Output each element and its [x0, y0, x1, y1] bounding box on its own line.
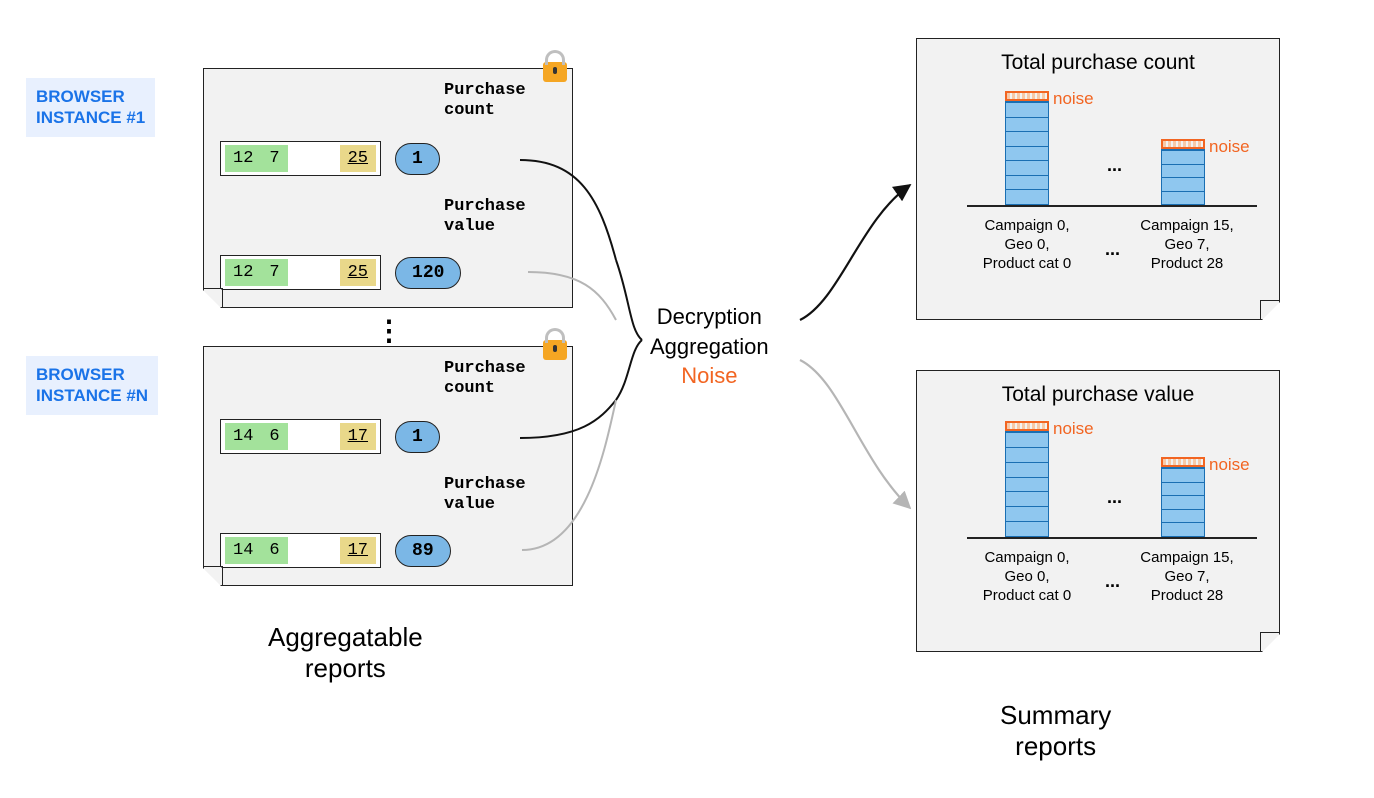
- aggregatable-report-1: Purchase count 12 7 25 1 Purchase value …: [203, 68, 573, 308]
- text: Aggregation: [650, 334, 769, 359]
- key-seg: 6: [261, 423, 287, 450]
- noise-text: Noise: [681, 363, 737, 388]
- bar-1: [1161, 149, 1205, 205]
- text: INSTANCE #N: [36, 386, 148, 405]
- text: Decryption: [657, 304, 762, 329]
- text: Product cat 0: [983, 587, 1071, 604]
- browser-instance-1-label: BROWSER INSTANCE #1: [26, 78, 155, 137]
- lock-icon: [543, 62, 567, 82]
- key-seg: 6: [261, 537, 287, 564]
- aggregatable-reports-caption: Aggregatable reports: [268, 622, 423, 684]
- key-seg-blank: [288, 145, 340, 172]
- noise-cap: [1005, 91, 1049, 101]
- lock-icon: [543, 340, 567, 360]
- text: Geo 7,: [1164, 236, 1209, 253]
- text: Product 28: [1151, 255, 1224, 272]
- noise-label: noise: [1209, 137, 1250, 157]
- text: Purchase: [444, 81, 526, 100]
- horizontal-ellipsis-icon: ...: [1107, 487, 1122, 508]
- category-label-0: Campaign 0, Geo 0, Product cat 0: [967, 217, 1087, 273]
- key-seg-blank: [288, 423, 340, 450]
- aggregation-key: 12 7 25: [220, 255, 381, 290]
- category-label-1: Campaign 15, Geo 7, Product 28: [1127, 549, 1247, 605]
- key-seg: 14: [225, 423, 261, 450]
- key-seg: 17: [340, 423, 376, 450]
- text: value: [444, 495, 495, 514]
- text: Product 28: [1151, 587, 1224, 604]
- text: Purchase: [444, 197, 526, 216]
- metric-label: Purchase count: [444, 81, 526, 120]
- text: Campaign 15,: [1140, 549, 1233, 566]
- horizontal-ellipsis-icon: ...: [1105, 571, 1120, 592]
- text: Campaign 0,: [984, 217, 1069, 234]
- text: Campaign 15,: [1140, 217, 1233, 234]
- text: Campaign 0,: [984, 549, 1069, 566]
- category-label-0: Campaign 0, Geo 0, Product cat 0: [967, 549, 1087, 605]
- metric-label: Purchase value: [444, 475, 526, 514]
- x-axis: [967, 537, 1257, 539]
- noise-label: noise: [1209, 455, 1250, 475]
- aggregatable-report-n: Purchase count 14 6 17 1 Purchase value …: [203, 346, 573, 586]
- noise-label: noise: [1053, 419, 1094, 439]
- metric-label: Purchase value: [444, 197, 526, 236]
- text: Product cat 0: [983, 255, 1071, 272]
- metric-label: Purchase count: [444, 359, 526, 398]
- value-pill: 1: [395, 143, 440, 175]
- key-seg: 12: [225, 259, 261, 286]
- text: Geo 0,: [1004, 236, 1049, 253]
- chart-title: Total purchase count: [917, 51, 1279, 75]
- key-seg-blank: [288, 259, 340, 286]
- text: Purchase: [444, 475, 526, 494]
- value-pill: 1: [395, 421, 440, 453]
- summary-report-count: Total purchase count noise noise ... Cam…: [916, 38, 1280, 320]
- text: reports: [305, 653, 386, 683]
- aggregation-key: 14 6 17: [220, 419, 381, 454]
- key-seg: 7: [261, 145, 287, 172]
- text: Summary: [1000, 700, 1111, 730]
- key-seg: 25: [340, 145, 376, 172]
- vertical-ellipsis-icon: ⋮: [375, 324, 403, 338]
- key-seg: 7: [261, 259, 287, 286]
- text: count: [444, 101, 495, 120]
- text: Geo 7,: [1164, 568, 1209, 585]
- value-pill: 120: [395, 257, 461, 289]
- key-seg: 17: [340, 537, 376, 564]
- category-label-1: Campaign 15, Geo 7, Product 28: [1127, 217, 1247, 273]
- text: value: [444, 217, 495, 236]
- text: Purchase: [444, 359, 526, 378]
- text: BROWSER: [36, 365, 125, 384]
- aggregation-key: 12 7 25: [220, 141, 381, 176]
- text: INSTANCE #1: [36, 108, 145, 127]
- noise-label: noise: [1053, 89, 1094, 109]
- bar-0: [1005, 431, 1049, 537]
- x-axis: [967, 205, 1257, 207]
- key-seg: 14: [225, 537, 261, 564]
- text: count: [444, 379, 495, 398]
- summary-reports-caption: Summary reports: [1000, 700, 1111, 762]
- value-pill: 89: [395, 535, 451, 567]
- key-seg: 25: [340, 259, 376, 286]
- noise-cap: [1161, 139, 1205, 149]
- bar-0: [1005, 101, 1049, 205]
- text: Aggregatable: [268, 622, 423, 652]
- noise-cap: [1005, 421, 1049, 431]
- key-seg-blank: [288, 537, 340, 564]
- text: reports: [1015, 731, 1096, 761]
- browser-instance-n-label: BROWSER INSTANCE #N: [26, 356, 158, 415]
- chart-title: Total purchase value: [917, 383, 1279, 407]
- noise-cap: [1161, 457, 1205, 467]
- text: BROWSER: [36, 87, 125, 106]
- key-seg: 12: [225, 145, 261, 172]
- bar-1: [1161, 467, 1205, 537]
- summary-report-value: Total purchase value noise noise ... Cam…: [916, 370, 1280, 652]
- text: Geo 0,: [1004, 568, 1049, 585]
- process-label: Decryption Aggregation Noise: [650, 302, 769, 391]
- horizontal-ellipsis-icon: ...: [1107, 155, 1122, 176]
- aggregation-key: 14 6 17: [220, 533, 381, 568]
- horizontal-ellipsis-icon: ...: [1105, 239, 1120, 260]
